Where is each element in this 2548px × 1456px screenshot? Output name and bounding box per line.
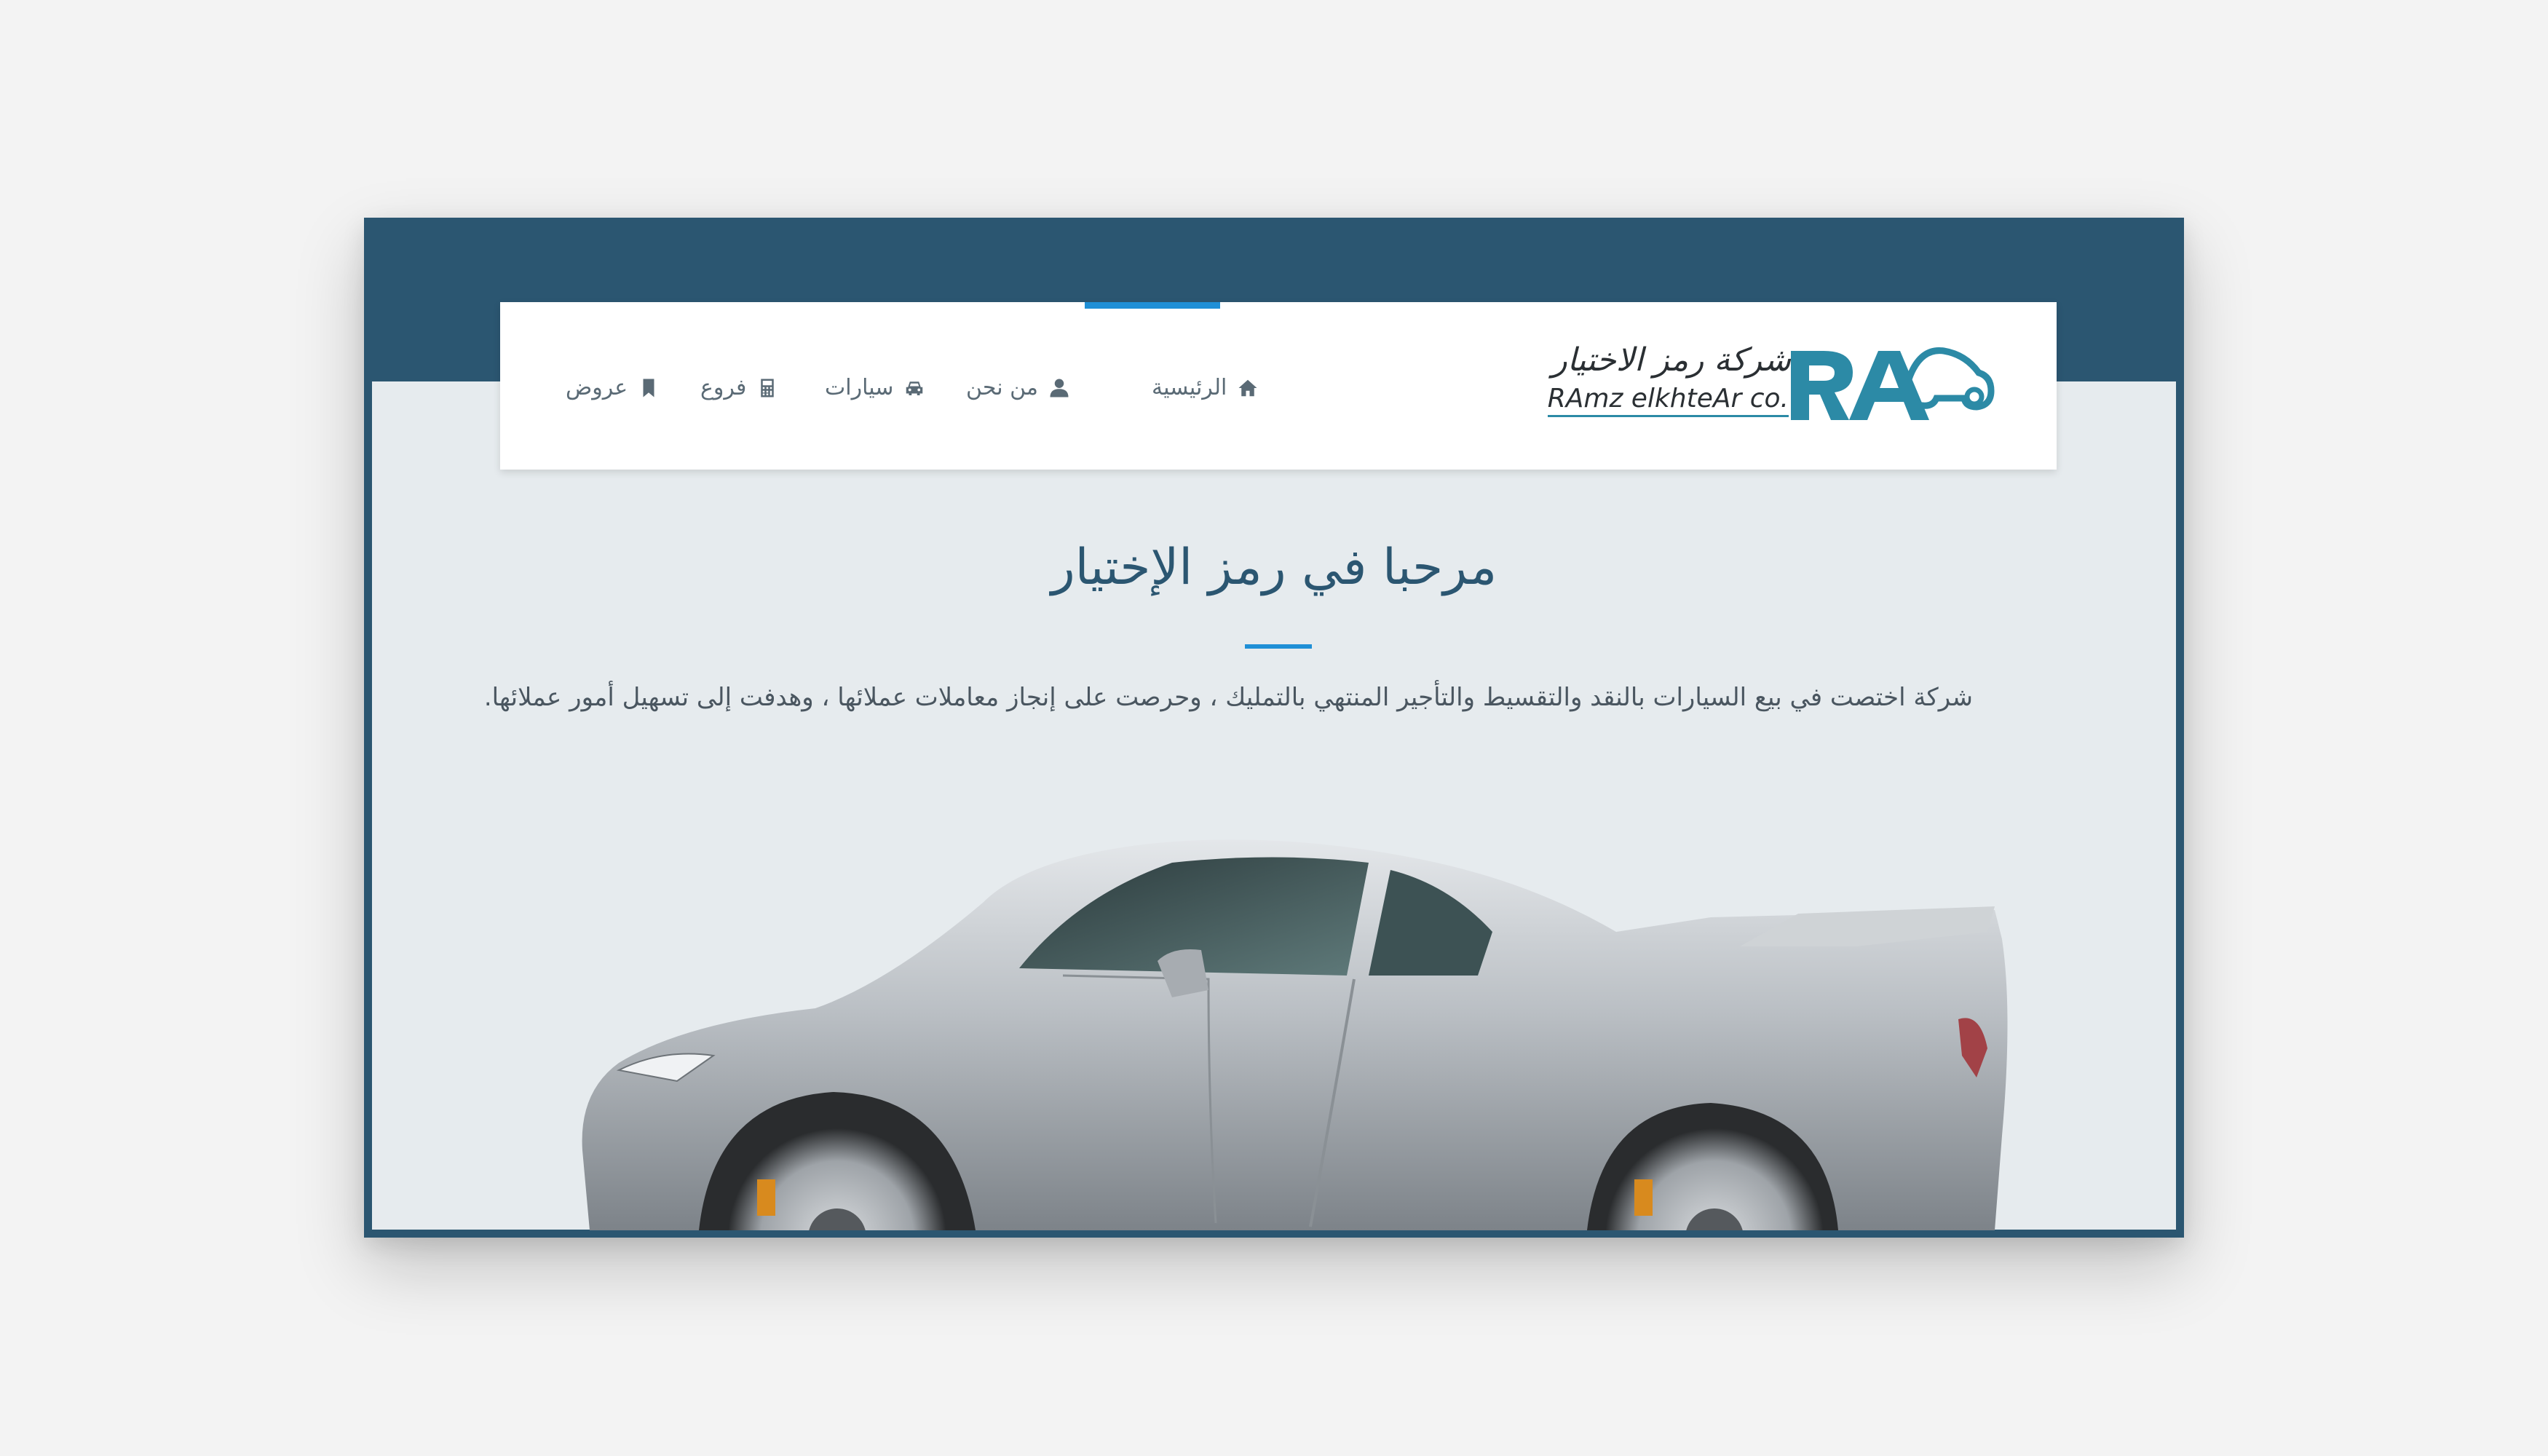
nav-item-label: الرئيسية	[1152, 375, 1227, 400]
car-icon	[906, 381, 923, 395]
nav-item-home[interactable]: الرئيسية	[1152, 375, 1259, 400]
nav-item-branches[interactable]: فروع	[700, 375, 778, 400]
hero-title-underline	[1245, 644, 1312, 649]
nav-item-offers[interactable]: عروض	[566, 375, 660, 400]
nav-item-label: فروع	[700, 375, 747, 400]
logo-text-arabic: شركة رمز الاختيار	[1551, 341, 1791, 379]
active-nav-indicator	[1085, 302, 1220, 309]
user-icon	[1050, 379, 1069, 397]
nav-item-label: عروض	[566, 375, 628, 400]
logo[interactable]: شركة رمز الاختيار RAmz elkhteAr co.	[1547, 340, 1995, 427]
calculator-icon	[761, 379, 775, 397]
nav-item-label: من نحن	[966, 375, 1038, 400]
nav-item-about[interactable]: من نحن	[966, 375, 1070, 400]
logo-text-english: RAmz elkhteAr co.	[1547, 384, 1789, 417]
sports-car-image	[582, 839, 2008, 1230]
nav-item-label: سيارات	[825, 375, 894, 400]
bookmark-icon	[643, 379, 654, 397]
home-icon	[1238, 379, 1257, 396]
logo-car-icon	[1791, 347, 1995, 420]
hero-title: مرحبا في رمز الإختيار	[1051, 539, 1497, 596]
nav-item-cars[interactable]: سيارات	[825, 375, 925, 400]
hero-description: شركة اختصت في بيع السيارات بالنقد والتقس…	[483, 683, 1973, 712]
navbar: شركة رمز الاختيار RAmz elkhteAr co. الرئ…	[500, 302, 2057, 470]
